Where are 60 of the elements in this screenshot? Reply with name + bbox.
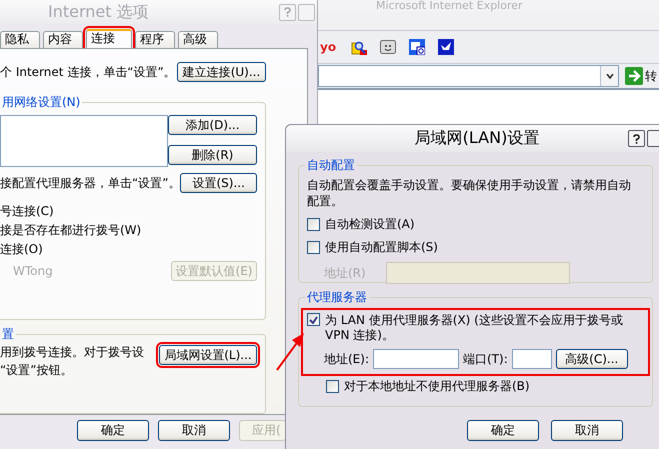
checkbox-label[interactable]: 对于本地地址不使用代理服务器(B) — [344, 378, 530, 395]
settings-button[interactable]: 设置(S)... — [180, 173, 257, 193]
checkbox-label[interactable]: 自动检测设置(A) — [325, 216, 415, 233]
group-title: 自动配置 — [305, 157, 357, 174]
dialog-title: Internet 选项 — [47, 2, 150, 22]
tab[interactable]: 程序 — [135, 31, 175, 48]
connection-list[interactable] — [0, 115, 168, 167]
go-arrow-icon[interactable] — [625, 67, 643, 85]
magnifier-icon[interactable] — [351, 39, 368, 55]
dial-option[interactable]: 连接(O) — [0, 240, 257, 259]
help-button[interactable] — [628, 130, 645, 147]
checkbox-label[interactable]: 使用自动配置脚本(S) — [325, 239, 438, 256]
group-title: 代理服务器 — [305, 289, 369, 306]
checkbox[interactable] — [307, 313, 320, 326]
address-label: 地址(R) — [324, 264, 366, 282]
port-label: 端口(T): — [463, 350, 508, 368]
dialog-title: 局域网(LAN)设置 — [414, 128, 540, 149]
address-field[interactable] — [318, 65, 619, 87]
help-icon — [633, 134, 640, 144]
port-field[interactable] — [512, 349, 552, 369]
lan-hint: 用到拨号连接。对于拨号设 — [0, 344, 144, 362]
checkbox[interactable] — [307, 218, 320, 231]
chevron-down-icon — [606, 74, 614, 78]
advanced-button[interactable]: 高级(C)... — [556, 349, 628, 369]
tab[interactable]: 高级 — [178, 31, 218, 48]
messenger-icon[interactable] — [380, 40, 396, 54]
auto-config-text: 自动配置会覆盖手动设置。要确保使用手动设置，请禁用自动配置。 — [307, 177, 632, 209]
lan-settings-button[interactable]: 局域网设置(L)... — [159, 345, 257, 366]
setup-text: 个 Internet 连接，单击“设置”。 — [0, 64, 176, 80]
tab[interactable]: 隐私 — [0, 31, 40, 48]
go-label[interactable]: 转 — [645, 68, 657, 84]
checkbox-label[interactable]: 为 LAN 使用代理服务器(X) (这些设置不会应用于拨号或 VPN 连接)。 — [325, 313, 625, 343]
proxy-hint: 接配置代理服务器，单击“设置”。 — [0, 175, 180, 192]
mail-icon[interactable] — [409, 39, 426, 55]
dialog-button[interactable]: 确定 — [77, 420, 149, 441]
checkmark-icon — [309, 316, 318, 324]
checkbox[interactable] — [307, 241, 320, 254]
proxy-address-field[interactable] — [373, 349, 459, 369]
close-button[interactable] — [647, 130, 659, 147]
remove-button[interactable]: 删除(R) — [168, 145, 257, 165]
dialog-button[interactable]: 取消 — [551, 420, 623, 441]
annotation-arrow — [275, 330, 305, 372]
lan-hint: “设置”按钮。 — [0, 362, 74, 380]
dropdown-button[interactable] — [600, 66, 618, 86]
dialog-button[interactable]: 确定 — [467, 420, 539, 441]
dialog-button[interactable]: 取消 — [158, 420, 230, 441]
dial-option[interactable]: 号连接(C) — [0, 202, 257, 221]
add-button[interactable]: 添加(D)... — [168, 115, 257, 135]
window-title: Microsoft Internet Explorer — [318, 0, 659, 12]
tab[interactable]: 连接 — [86, 29, 132, 48]
dial-option[interactable]: 接是否存在都进行拨号(W) — [0, 221, 257, 240]
address-label: 地址(E): — [324, 350, 369, 368]
logo-text[interactable]: yo — [320, 40, 336, 54]
help-icon — [284, 7, 291, 17]
checkbox[interactable] — [326, 380, 339, 393]
tab[interactable]: 内容 — [43, 31, 83, 48]
group-title: 用网络设置(N) — [0, 94, 82, 111]
default-connection: WTong — [12, 264, 53, 278]
bird-icon[interactable] — [438, 39, 454, 55]
setup-button[interactable]: 建立连接(U)... — [177, 62, 266, 82]
